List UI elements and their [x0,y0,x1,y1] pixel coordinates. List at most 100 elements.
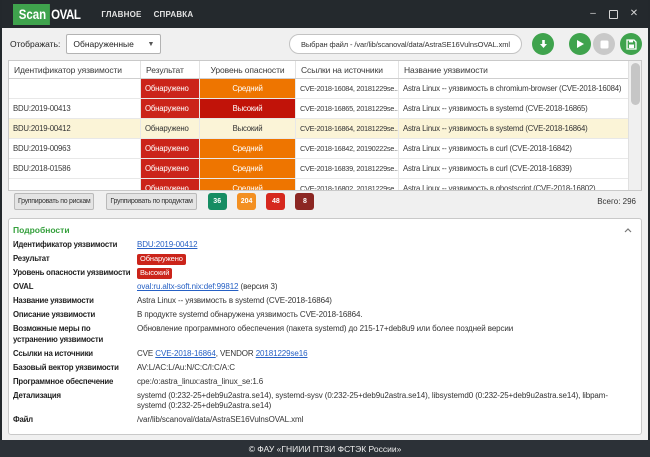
count-badge[interactable]: 8 [295,192,315,210]
detail-text: Astra Linux -- уязвимость в systemd (CVE… [137,296,332,305]
detail-link[interactable]: oval:ru.altx-soft.nix:def:99812 [137,282,239,291]
detail-label: Базовый вектор уязвимости [13,362,119,372]
column-result[interactable]: Результат [141,61,200,78]
detail-link[interactable]: BDU:2019-00412 [137,240,198,249]
detail-link[interactable]: 20181229se16 [256,349,308,358]
table-row[interactable]: BDU:2019-00963 Обнаружено Средний CVE-2018-… [9,139,641,159]
detail-label: Уровень опасности уязвимости [13,268,131,277]
minimize-icon[interactable]: – [588,9,598,19]
group-bar: Группировать по рискам Группировать по п… [2,191,648,211]
cell-name: Astra Linux -- уязвимость в systemd (CVE… [403,104,588,113]
count-badge[interactable]: 36 [207,192,227,210]
save-icon [625,38,637,50]
details-body: Идентификатор уязвимости BDU:2019-00412 Ре… [13,240,632,426]
detail-row-oval: OVAL oval:ru.altx-soft.nix:def:99812 (вер… [13,282,632,293]
detail-row-result: Результат Обнаружено [13,254,632,265]
chevron-down-icon: ▼ [147,40,155,48]
cell-name: Astra Linux -- уязвимость в chromium-bro… [403,84,622,93]
detail-text: В продукте systemd обнаружена уязвимость… [137,310,363,319]
column-severity[interactable]: Уровень опасности [200,61,296,78]
detail-value: /var/lib/scanoval/data/AstraSE16VulnsOVA… [137,415,632,426]
cell-links: CVE-2018-16842, 20190222se... [296,139,399,158]
status-badge: Обнаружено [137,254,186,265]
group-by-risk-button[interactable]: Группировать по рискам [14,192,95,210]
cell-result: Обнаружено [141,159,200,178]
detail-row-vector: Базовый вектор уязвимости AV:L/AC:L/Au:N/… [13,363,632,374]
details-panel: Подробности Идентификатор уязвимости BDU:… [8,218,642,435]
cell-severity: Высокий [200,99,296,118]
cell-result: Обнаружено [141,79,200,98]
cell-name: Astra Linux -- уязвимость в curl (CVE-20… [403,164,572,173]
stop-scan-button[interactable] [593,33,615,55]
cell-id: BDU:2019-00963 [9,139,141,158]
detail-value: CVE CVE-2018-16864, VENDOR 20181229se16 [137,349,632,360]
start-scan-button[interactable] [569,33,591,55]
menu-item-help[interactable]: СПРАВКА [154,10,194,19]
collapse-icon[interactable] [624,225,632,235]
table-row[interactable]: Обнаружено Средний CVE-2018-16084, 2018122… [9,79,641,99]
detail-text: /var/lib/scanoval/data/AstraSE16VulnsOVA… [137,415,304,424]
detail-row-description: Описание уязвимости В продукте systemd об… [13,310,632,321]
detail-label: Описание уязвимости [13,310,96,319]
filter-select-value: Обнаруженные [73,39,134,49]
detail-link[interactable]: CVE-2018-16864 [155,349,216,358]
detail-value: AV:L/AC:L/Au:N/C:C/I:C/A:C [137,363,632,374]
count-badge[interactable]: 48 [266,192,286,210]
app-window: Scan OVAL ГЛАВНОЕ СПРАВКА – ✕ Отображать… [0,0,650,457]
column-name[interactable]: Название уязвимости [399,61,641,78]
detail-label: Файл [13,415,33,424]
table-row[interactable]: Обнаружено Средний CVE-2018-16802, 2018122… [9,179,641,191]
close-icon[interactable]: ✕ [629,9,639,19]
filter-select[interactable]: Обнаруженные ▼ [66,34,162,54]
save-report-button[interactable] [620,33,642,55]
detail-label: Возможные меры по устранению уязвимости [13,324,104,344]
cell-name: Astra Linux -- уязвимость в curl (CVE-20… [403,144,572,153]
detail-text: systemd (0:232-25+deb9u2astra.se14), sys… [137,390,608,411]
detail-value: systemd (0:232-25+deb9u2astra.se14), sys… [137,391,632,412]
group-by-product-button[interactable]: Группировать по продуктам [106,192,197,210]
table-row[interactable]: BDU:2019-00412 Обнаружено Высокий CVE-2018-… [9,119,641,139]
scrollbar-thumb[interactable] [631,63,640,105]
detail-value: Astra Linux -- уязвимость в systemd (CVE… [137,296,632,307]
menu-item-main[interactable]: ГЛАВНОЕ [101,10,141,19]
cell-severity: Высокий [200,119,296,138]
detail-row-severity: Уровень опасности уязвимости Высокий [13,268,632,279]
detail-row-remediation: Возможные меры по устранению уязвимости О… [13,324,632,345]
cell-id [9,179,141,190]
cell-name: Astra Linux -- уязвимость в ghostscript … [403,184,596,191]
table-scrollbar[interactable] [628,61,641,190]
maximize-icon[interactable] [609,9,618,19]
cell-id: BDU:2018-01586 [9,159,141,178]
detail-row-id: Идентификатор уязвимости BDU:2019-00412 [13,240,632,251]
app-logo: Scan OVAL [13,3,82,25]
vulnerability-table: Идентификатор уязвимости Результат Уровень… [8,60,642,191]
cell-links: CVE-2018-16864, 20181229se... [296,119,399,138]
column-id[interactable]: Идентификатор уязвимости [9,61,141,78]
detail-value: cpe:/o:astra_linux:astra_linux_se:1.6 [137,377,632,388]
cell-result: Обнаружено [141,119,200,138]
cell-severity: Средний [200,139,296,158]
download-button[interactable] [532,33,554,55]
table-row[interactable]: BDU:2019-00413 Обнаружено Высокий CVE-2018-… [9,99,641,119]
count-badge[interactable]: 204 [236,192,257,210]
window-controls: – ✕ [588,9,639,19]
toolbar-right: Выбран файл - /var/lib/scanoval/data/Ast… [288,33,642,55]
cell-id: BDU:2019-00413 [9,99,141,118]
download-icon [539,39,547,48]
detail-text: AV:L/AC:L/Au:N/C:C/I:C/A:C [137,362,235,372]
cell-severity: Средний [200,79,296,98]
total-count-label: Всего: 296 [597,196,636,206]
column-links[interactable]: Ссылки на источники [296,61,399,78]
detail-value: В продукте systemd обнаружена уязвимость… [137,310,632,321]
table-row[interactable]: BDU:2018-01586 Обнаружено Средний CVE-2018-… [9,159,641,179]
detail-value: Обнаружено [137,254,632,265]
detail-label: Идентификатор уязвимости [13,240,118,249]
title-bar: Scan OVAL ГЛАВНОЕ СПРАВКА – ✕ [2,0,648,28]
cell-links: CVE-2018-16084, 20181229se... [296,79,399,98]
detail-text: CVE [137,348,156,358]
detail-row-file: Файл/var/lib/scanoval/data/AstraSE16Vuln… [13,415,632,426]
detail-text: cpe:/o:astra_linux:astra_linux_se:1.6 [137,376,264,386]
table-body: Обнаружено Средний CVE-2018-16084, 2018122… [9,79,641,191]
cell-result: Обнаружено [141,99,200,118]
detail-label: OVAL [13,282,34,291]
